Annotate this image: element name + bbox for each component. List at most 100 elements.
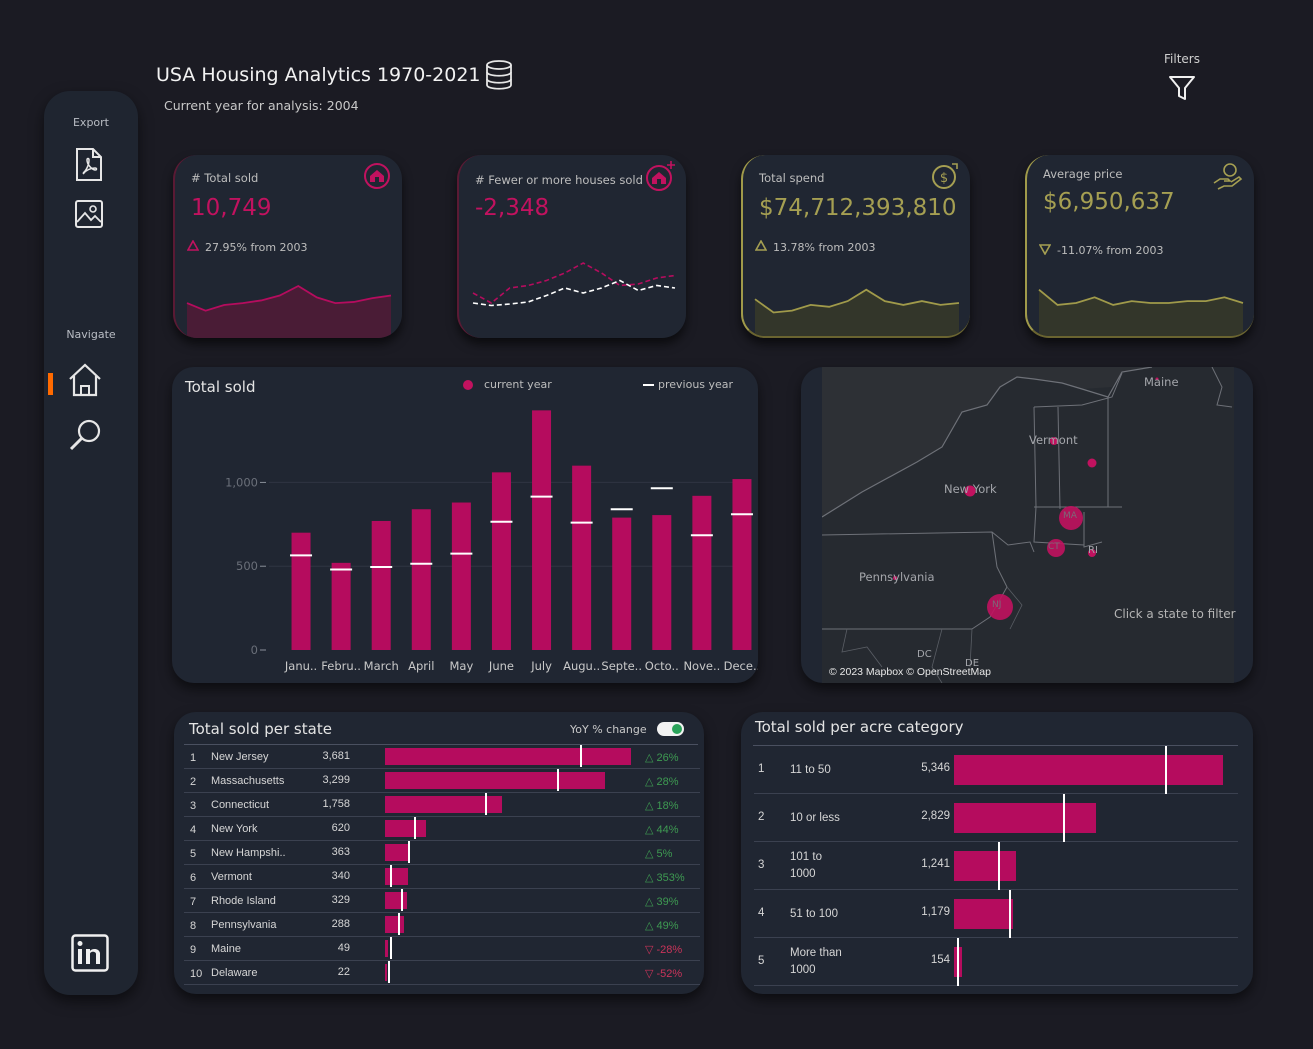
state-table-title: Total sold per state bbox=[189, 720, 332, 738]
rank: 3 bbox=[190, 800, 197, 812]
sold-bar bbox=[954, 851, 1017, 881]
map-label-ct[interactable]: CT bbox=[1048, 542, 1060, 552]
yoy-toggle-label: YoY % change bbox=[570, 723, 647, 736]
state-name: Connecticut bbox=[211, 799, 270, 811]
state-name: Rhode Island bbox=[211, 895, 276, 907]
table-row[interactable]: 1 11 to 50 5,346 bbox=[754, 746, 1238, 794]
sparkline-total-sold bbox=[186, 284, 392, 338]
bar-current bbox=[451, 502, 471, 650]
table-row[interactable]: 1 New Jersey 3,681 △ 26% bbox=[184, 745, 700, 769]
dollar-coin-icon: $ bbox=[930, 161, 960, 195]
rank: 1 bbox=[758, 763, 765, 775]
table-row[interactable]: 4 51 to 100 1,179 bbox=[754, 890, 1238, 938]
region-map[interactable] bbox=[822, 367, 1234, 683]
sold-bar bbox=[385, 940, 389, 957]
x-tick-label: Septe.. bbox=[601, 659, 642, 673]
filter-icon[interactable] bbox=[1168, 74, 1196, 106]
table-row[interactable]: 5 More than 1000 154 bbox=[754, 938, 1238, 986]
yoy-change: △ 353% bbox=[645, 872, 685, 884]
home-icon[interactable] bbox=[66, 361, 104, 399]
table-row[interactable]: 2 Massachusetts 3,299 △ 28% bbox=[184, 769, 700, 793]
table-row[interactable]: 3 101 to 1000 1,241 bbox=[754, 842, 1238, 890]
x-tick-label: June bbox=[488, 659, 514, 673]
bar-current bbox=[331, 562, 351, 650]
map-label-ma[interactable]: MA bbox=[1063, 511, 1077, 521]
database-icon bbox=[485, 60, 513, 94]
yoy-change: △ 39% bbox=[645, 896, 679, 908]
map-hint: Click a state to filter bbox=[1114, 607, 1236, 621]
sold-bar bbox=[954, 803, 1097, 833]
sold-count: 1,179 bbox=[921, 906, 950, 918]
rank: 4 bbox=[758, 907, 765, 919]
map-label-ri[interactable]: RI bbox=[1088, 545, 1098, 556]
kpi-value: $74,712,393,810 bbox=[759, 195, 957, 221]
up-triangle-icon bbox=[187, 240, 199, 251]
kpi-average-price[interactable]: Average price $6,950,637 -11.07% from 20… bbox=[1025, 155, 1254, 338]
map-label-pennsylvania[interactable]: Pennsylvania bbox=[859, 570, 935, 584]
yoy-change: △ 28% bbox=[645, 776, 679, 788]
sold-count: 329 bbox=[331, 894, 350, 906]
table-row[interactable]: 3 Connecticut 1,758 △ 18% bbox=[184, 793, 700, 817]
x-tick-label: Febru.. bbox=[321, 659, 361, 673]
table-row[interactable]: 8 Pennsylvania 288 △ 49% bbox=[184, 913, 700, 937]
sold-count: 620 bbox=[331, 822, 350, 834]
x-tick-label: Nove.. bbox=[683, 659, 720, 673]
table-row[interactable]: 9 Maine 49 ▽ -28% bbox=[184, 937, 700, 961]
yoy-toggle[interactable] bbox=[657, 722, 684, 736]
bar-current bbox=[612, 517, 632, 650]
table-row[interactable]: 4 New York 620 △ 44% bbox=[184, 817, 700, 841]
table-row[interactable]: 10 Delaware 22 ▽ -52% bbox=[184, 961, 700, 985]
filters-label: Filters bbox=[1164, 52, 1200, 66]
acre-table: 1 11 to 50 5,346 2 10 or less 2,829 3 101 to 100… bbox=[754, 746, 1238, 988]
kpi-total-sold[interactable]: # Total sold 10,749 27.95% from 2003 bbox=[173, 155, 402, 338]
kpi-fewer-more-sold[interactable]: # Fewer or more houses sold -2,348 bbox=[457, 155, 686, 338]
previous-year-marker bbox=[1165, 746, 1168, 794]
sold-count: 3,681 bbox=[322, 750, 350, 762]
sold-bar bbox=[385, 820, 427, 837]
previous-year-marker bbox=[389, 937, 392, 959]
monthly-chart-panel: Total sold current year previous year 05… bbox=[172, 367, 758, 683]
linkedin-icon[interactable] bbox=[71, 934, 109, 972]
search-icon[interactable] bbox=[68, 417, 104, 453]
state-name: New Jersey bbox=[211, 751, 269, 763]
map-label-new-york[interactable]: New York bbox=[944, 482, 997, 496]
yoy-change: △ 44% bbox=[645, 824, 679, 836]
acre-table-panel: Total sold per acre category 1 11 to 50 5,… bbox=[741, 712, 1253, 994]
previous-year-marker bbox=[408, 841, 411, 863]
yoy-change: ▽ -28% bbox=[645, 944, 683, 956]
hand-coin-icon bbox=[1212, 161, 1244, 197]
image-icon[interactable] bbox=[74, 199, 104, 229]
sold-count: 154 bbox=[930, 954, 950, 966]
map-attribution[interactable]: © 2023 Mapbox © OpenStreetMap bbox=[829, 666, 991, 678]
sold-count: 1,241 bbox=[921, 858, 950, 870]
pdf-icon[interactable] bbox=[74, 147, 104, 181]
sold-count: 49 bbox=[337, 942, 350, 954]
rank: 1 bbox=[190, 752, 197, 764]
rank: 4 bbox=[190, 824, 197, 836]
kpi-total-spend[interactable]: Total spend $74,712,393,810 13.78% from … bbox=[741, 155, 970, 338]
bar-current bbox=[652, 515, 672, 650]
x-tick-label: Janu.. bbox=[284, 659, 317, 673]
map-label-nj[interactable]: NJ bbox=[992, 600, 1001, 610]
sparkline-total-spend bbox=[754, 288, 960, 336]
state-name: Maine bbox=[211, 943, 241, 955]
map-label-maine[interactable]: Maine bbox=[1144, 375, 1179, 389]
acre-category: More than 1000 bbox=[790, 947, 842, 976]
rank: 7 bbox=[190, 896, 197, 908]
table-row[interactable]: 6 Vermont 340 △ 353% bbox=[184, 865, 700, 889]
state-name: New Hampshi.. bbox=[211, 847, 286, 859]
kpi-delta: 27.95% from 2003 bbox=[205, 241, 308, 254]
y-tick-label: 500 bbox=[236, 559, 258, 573]
table-row[interactable]: 7 Rhode Island 329 △ 39% bbox=[184, 889, 700, 913]
monthly-bar-chart[interactable]: 0 500 1,000 Janu.. Febru.. March April May June J… bbox=[172, 367, 758, 683]
sold-count: 3,299 bbox=[322, 774, 350, 786]
map-label-vermont[interactable]: Vermont bbox=[1029, 433, 1078, 447]
acre-category: 11 to 50 bbox=[790, 764, 831, 776]
table-row[interactable]: 2 10 or less 2,829 bbox=[754, 794, 1238, 842]
table-row[interactable]: 5 New Hampshi.. 363 △ 5% bbox=[184, 841, 700, 865]
sparkline-area bbox=[187, 286, 391, 338]
sold-count: 22 bbox=[337, 966, 350, 978]
map-panel[interactable]: Maine Vermont New York Pennsylvania MA C… bbox=[801, 367, 1253, 683]
map-label-dc[interactable]: DC bbox=[917, 649, 932, 660]
bar-current bbox=[291, 532, 311, 650]
